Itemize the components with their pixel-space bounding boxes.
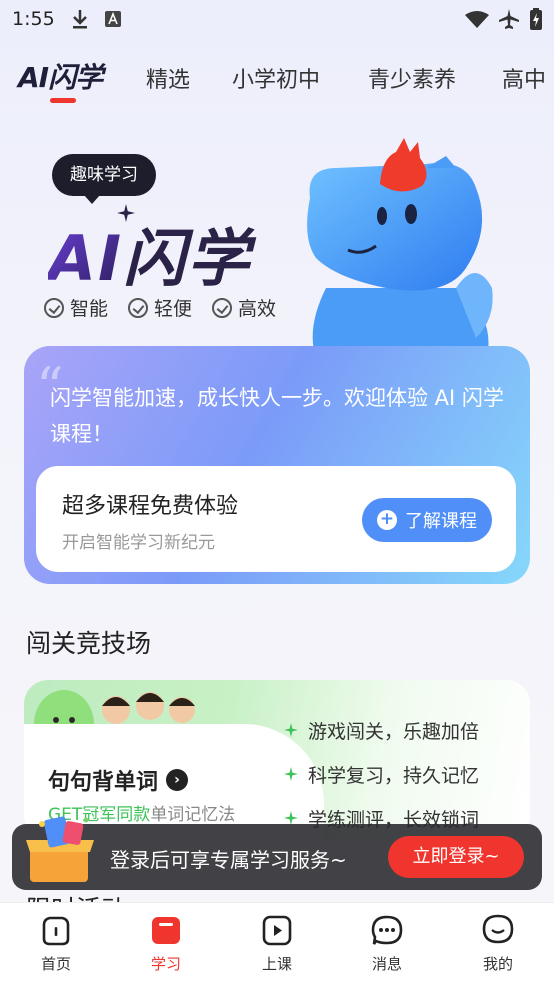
bullet-text: 科学复习，持久记忆 bbox=[308, 764, 480, 787]
battery-icon bbox=[530, 8, 542, 30]
plus-icon: + bbox=[377, 510, 397, 530]
sparkle-bullet-icon bbox=[284, 811, 298, 825]
feature-item: 轻便 bbox=[128, 294, 192, 321]
nav-class[interactable]: 上课 bbox=[237, 913, 317, 974]
feature-label: 智能 bbox=[70, 298, 109, 320]
download-icon bbox=[73, 10, 87, 29]
nav-messages[interactable]: 消息 bbox=[347, 913, 427, 974]
tab-ai-shanxue[interactable]: AI闪学 bbox=[18, 56, 103, 96]
word-practice-label: 句句背单词 bbox=[48, 770, 159, 795]
nav-label: 首页 bbox=[40, 955, 71, 973]
tab-high-school[interactable]: 高中 bbox=[502, 62, 546, 94]
airplane-icon bbox=[499, 9, 519, 29]
learn-courses-button[interactable]: + 了解课程 bbox=[362, 498, 492, 542]
hero-title-rest: 闪学 bbox=[123, 222, 252, 295]
check-circle-icon bbox=[44, 297, 64, 318]
status-bar: 1:55 bbox=[0, 0, 554, 38]
feature-label: 轻便 bbox=[154, 298, 193, 320]
sparkle-bullet-icon bbox=[284, 723, 298, 737]
play-icon bbox=[262, 915, 292, 946]
free-trial-panel: 超多课程免费体验 开启智能学习新纪元 + 了解课程 bbox=[36, 466, 516, 572]
intro-text: 闪学智能加速，成长快人一步。欢迎体验 AI 闪学课程！ bbox=[50, 386, 504, 446]
login-prompt-text: 登录后可享专属学习服务~ bbox=[110, 848, 347, 872]
active-tab-indicator bbox=[50, 98, 76, 103]
login-banner: 登录后可享专属学习服务~ 立即登录~ bbox=[12, 816, 542, 890]
tab-primary-middle[interactable]: 小学初中 bbox=[232, 62, 320, 94]
hero-features: 智能 轻便 高效 bbox=[44, 294, 276, 321]
check-circle-icon bbox=[212, 297, 233, 318]
app-screen: 1:55 AI闪学 精选 小学初中 青少素养 高中 趣味学习 AI闪学 智能 轻… bbox=[0, 0, 554, 984]
sparkle-icon bbox=[117, 204, 135, 222]
feature-bullets: 游戏闯关，乐趣加倍 科学复习，持久记忆 学练测评，长效锁词 bbox=[284, 708, 479, 840]
free-trial-subtitle: 开启智能学习新纪元 bbox=[62, 533, 215, 553]
arena-section-title: 闯关竞技场 bbox=[26, 629, 152, 658]
status-time: 1:55 bbox=[12, 8, 55, 30]
gift-box-icon bbox=[26, 816, 94, 882]
wifi-icon bbox=[465, 11, 489, 28]
tab-featured[interactable]: 精选 bbox=[146, 62, 190, 94]
message-icon bbox=[371, 915, 403, 945]
hero-title-ai: AI bbox=[48, 222, 124, 295]
nav-home[interactable]: 首页 bbox=[16, 913, 96, 974]
bullet-text: 游戏闯关，乐趣加倍 bbox=[308, 720, 480, 743]
home-icon bbox=[42, 916, 70, 946]
nav-study[interactable]: 学习 bbox=[126, 913, 206, 974]
login-now-button[interactable]: 立即登录~ bbox=[388, 836, 524, 878]
check-circle-icon bbox=[128, 297, 149, 318]
profile-icon bbox=[482, 914, 514, 944]
bullet-item: 游戏闯关，乐趣加倍 bbox=[284, 708, 479, 752]
intro-card: “ 闪学智能加速，成长快人一步。欢迎体验 AI 闪学课程！ 超多课程免费体验 开… bbox=[24, 346, 530, 584]
nav-profile[interactable]: 我的 bbox=[458, 913, 538, 974]
study-icon bbox=[152, 917, 180, 944]
nav-label: 上课 bbox=[261, 955, 292, 973]
tab-youth-literacy[interactable]: 青少素养 bbox=[368, 62, 456, 94]
subtitle-rest: 单词记忆法 bbox=[150, 805, 236, 825]
nav-label: 我的 bbox=[482, 955, 513, 973]
mascot-illustration bbox=[307, 138, 493, 358]
learn-courses-label: 了解课程 bbox=[405, 511, 477, 532]
hero-tag: 趣味学习 bbox=[52, 154, 156, 204]
nav-label: 消息 bbox=[371, 955, 402, 973]
hero-title: AI闪学 bbox=[48, 208, 251, 298]
top-tabs: AI闪学 精选 小学初中 青少素养 高中 bbox=[0, 52, 554, 112]
chevron-right-icon: › bbox=[166, 769, 189, 791]
feature-item: 智能 bbox=[44, 294, 108, 321]
bullet-item: 科学复习，持久记忆 bbox=[284, 752, 479, 796]
text-app-icon bbox=[105, 11, 121, 27]
free-trial-title: 超多课程免费体验 bbox=[62, 494, 239, 519]
sparkle-bullet-icon bbox=[284, 767, 298, 781]
bottom-nav: 首页 学习 上课 消息 我的 bbox=[0, 902, 554, 984]
feature-label: 高效 bbox=[238, 298, 277, 320]
word-practice-title[interactable]: 句句背单词 › bbox=[48, 764, 189, 796]
feature-item: 高效 bbox=[212, 294, 276, 321]
nav-label: 学习 bbox=[150, 955, 181, 973]
